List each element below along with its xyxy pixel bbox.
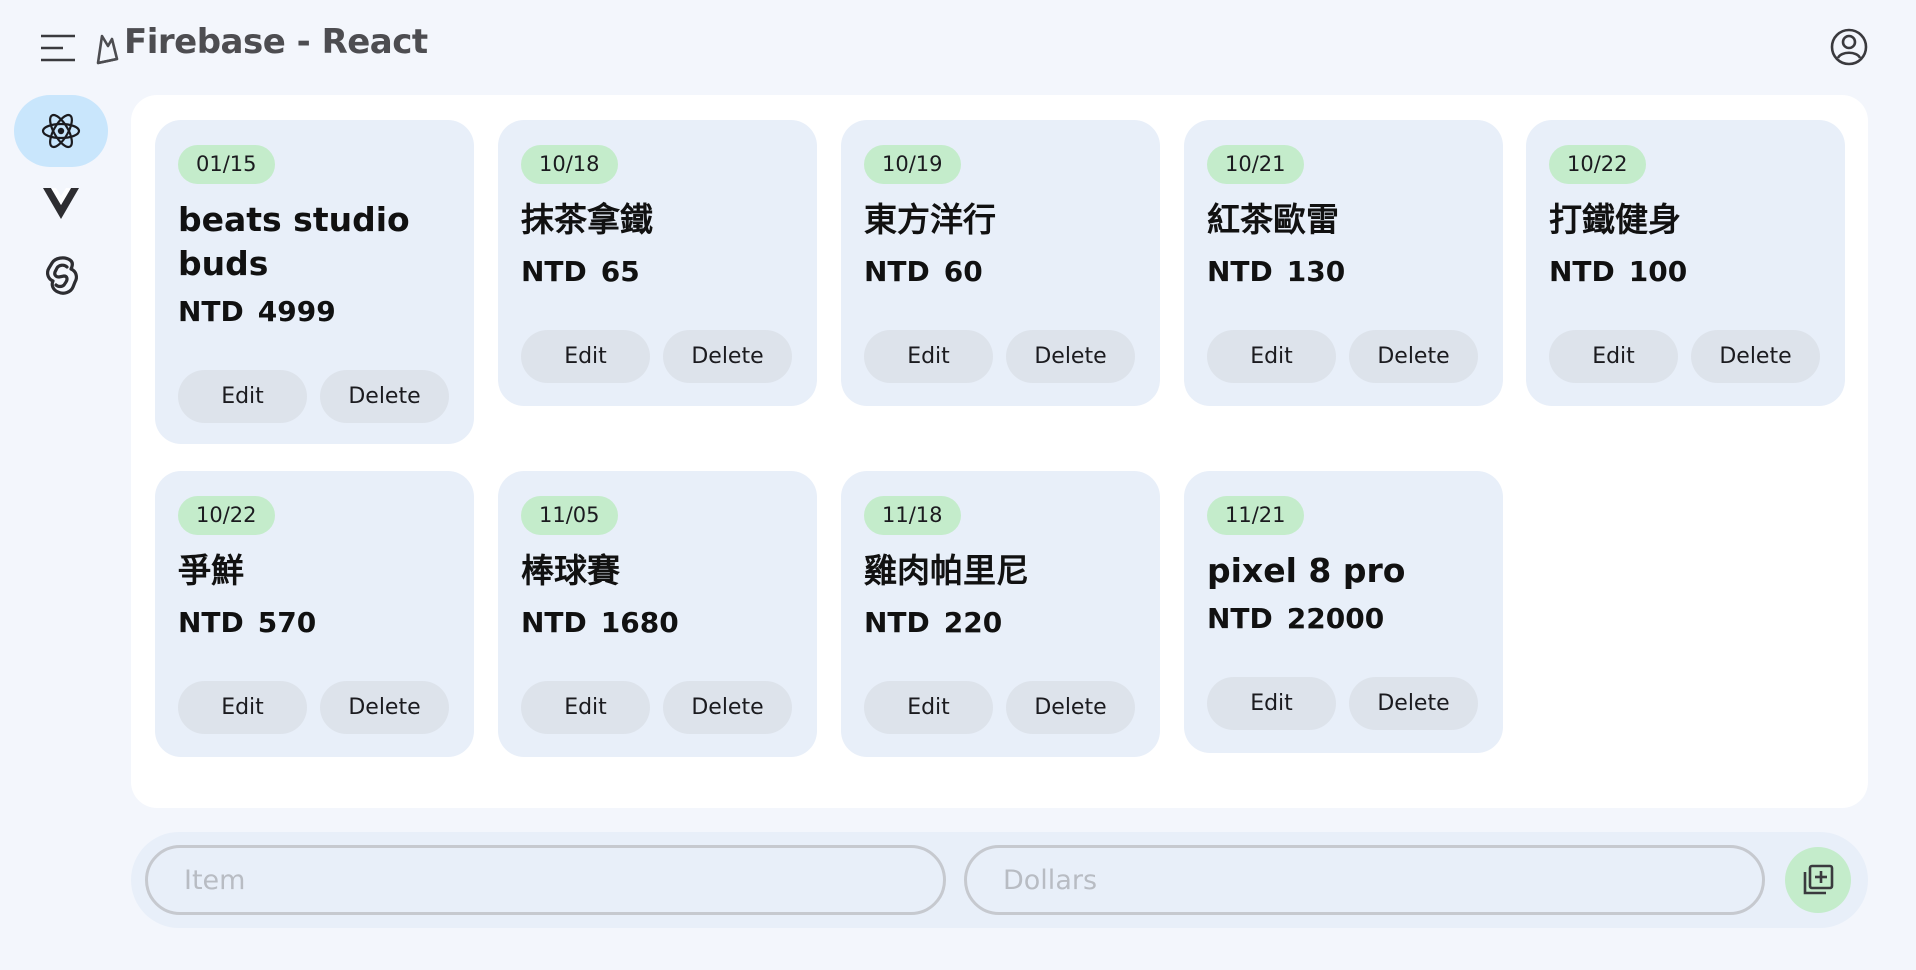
item-name: 東方洋行 [864, 200, 996, 239]
item-name: 打鐵健身 [1549, 200, 1681, 239]
rail-item-vue[interactable] [14, 167, 108, 239]
currency-label: NTD [521, 255, 587, 288]
edit-button[interactable]: Edit [1207, 677, 1336, 730]
item-price: NTD 22000 [1207, 602, 1384, 635]
delete-button[interactable]: Delete [1349, 330, 1478, 383]
item-name: 雞肉帕里尼 [864, 551, 1029, 590]
expense-card: 10/21 紅茶歐雷 NTD 130 Edit Delete [1184, 120, 1503, 406]
date-chip: 10/18 [521, 145, 618, 184]
currency-label: NTD [178, 295, 244, 328]
edit-button[interactable]: Edit [864, 681, 993, 734]
dollars-input[interactable] [964, 845, 1765, 915]
currency-label: NTD [178, 606, 244, 639]
edit-button[interactable]: Edit [178, 370, 307, 423]
app-title: Firebase - React [124, 22, 428, 62]
edit-button[interactable]: Edit [1549, 330, 1678, 383]
amount-value: 22000 [1286, 602, 1385, 635]
date-chip: 11/21 [1207, 496, 1304, 535]
amount-value: 1680 [600, 606, 679, 639]
item-name: beats studio buds [178, 200, 410, 283]
delete-button[interactable]: Delete [1691, 330, 1820, 383]
amount-value: 100 [1628, 255, 1688, 288]
navigation-rail [14, 95, 108, 311]
expense-card: 11/21 pixel 8 pro NTD 22000 Edit Delete [1184, 471, 1503, 753]
amount-value: 65 [600, 255, 640, 288]
account-button[interactable] [1826, 24, 1872, 70]
expense-card: 10/19 東方洋行 NTD 60 Edit Delete [841, 120, 1160, 406]
item-price: NTD 130 [1207, 255, 1345, 288]
rail-item-react[interactable] [14, 95, 108, 167]
date-chip: 10/22 [1549, 145, 1646, 184]
edit-button[interactable]: Edit [521, 681, 650, 734]
svelte-icon [46, 256, 78, 295]
top-app-bar: Firebase - React [0, 0, 1916, 95]
date-chip: 11/18 [864, 496, 961, 535]
date-chip: 10/19 [864, 145, 961, 184]
edit-button[interactable]: Edit [178, 681, 307, 734]
edit-button[interactable]: Edit [864, 330, 993, 383]
item-price: NTD 60 [864, 255, 983, 288]
item-name: 棒球賽 [521, 551, 620, 590]
currency-label: NTD [864, 606, 930, 639]
delete-button[interactable]: Delete [663, 681, 792, 734]
currency-label: NTD [1207, 255, 1273, 288]
date-chip: 10/22 [178, 496, 275, 535]
add-expense-button[interactable] [1785, 847, 1851, 913]
rail-item-svelte[interactable] [14, 239, 108, 311]
amount-value: 130 [1286, 255, 1346, 288]
item-name: 抹茶拿鐵 [521, 200, 653, 239]
add-expense-form [131, 832, 1868, 928]
item-price: NTD 65 [521, 255, 640, 288]
currency-label: NTD [864, 255, 930, 288]
delete-button[interactable]: Delete [1006, 330, 1135, 383]
item-price: NTD 100 [1549, 255, 1687, 288]
item-price: NTD 220 [864, 606, 1002, 639]
vue-icon [43, 188, 79, 219]
react-icon [41, 113, 81, 149]
expense-card: 11/05 棒球賽 NTD 1680 Edit Delete [498, 471, 817, 757]
expense-card: 11/18 雞肉帕里尼 NTD 220 Edit Delete [841, 471, 1160, 757]
item-price: NTD 570 [178, 606, 316, 639]
date-chip: 10/21 [1207, 145, 1304, 184]
delete-button[interactable]: Delete [320, 681, 449, 734]
menu-icon [41, 34, 75, 62]
item-price: NTD 1680 [521, 606, 679, 639]
date-chip: 11/05 [521, 496, 618, 535]
firebase-logo-icon [96, 34, 119, 65]
expense-card: 01/15 beats studio buds NTD 4999 Edit Del… [155, 120, 474, 444]
edit-button[interactable]: Edit [1207, 330, 1336, 383]
item-input[interactable] [145, 845, 946, 915]
date-chip: 01/15 [178, 145, 275, 184]
expense-card: 10/18 抹茶拿鐵 NTD 65 Edit Delete [498, 120, 817, 406]
account-circle-icon [1830, 28, 1868, 66]
library-add-icon [1803, 864, 1834, 895]
currency-label: NTD [1207, 602, 1273, 635]
currency-label: NTD [521, 606, 587, 639]
delete-button[interactable]: Delete [320, 370, 449, 423]
expense-card: 10/22 打鐵健身 NTD 100 Edit Delete [1526, 120, 1845, 406]
item-name: 紅茶歐雷 [1207, 200, 1339, 239]
item-name: pixel 8 pro [1207, 551, 1406, 590]
delete-button[interactable]: Delete [1006, 681, 1135, 734]
expense-list-panel: 01/15 beats studio buds NTD 4999 Edit Del… [131, 95, 1868, 808]
amount-value: 60 [943, 255, 983, 288]
menu-button[interactable] [34, 28, 82, 68]
amount-value: 220 [943, 606, 1003, 639]
amount-value: 4999 [257, 295, 336, 328]
delete-button[interactable]: Delete [1349, 677, 1478, 730]
currency-label: NTD [1549, 255, 1615, 288]
delete-button[interactable]: Delete [663, 330, 792, 383]
edit-button[interactable]: Edit [521, 330, 650, 383]
expense-card: 10/22 爭鮮 NTD 570 Edit Delete [155, 471, 474, 757]
amount-value: 570 [257, 606, 317, 639]
item-price: NTD 4999 [178, 295, 336, 328]
item-name: 爭鮮 [178, 551, 244, 590]
